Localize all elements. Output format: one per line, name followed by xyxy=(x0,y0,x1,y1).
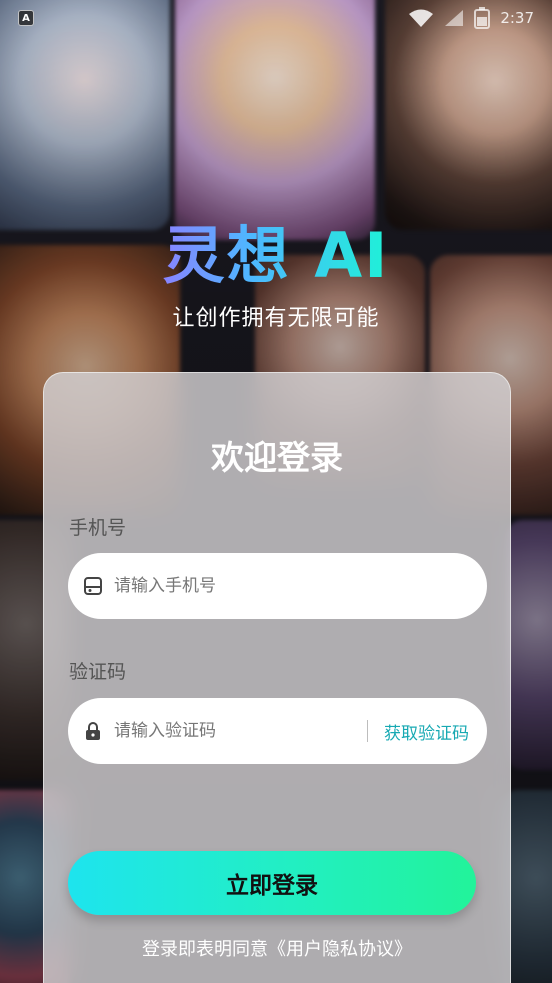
login-card: 欢迎登录 手机号 验证码 获取验证码 立即登录 登录即表明同意《用户隐私协议》 xyxy=(43,372,511,983)
app-icon-letter: A xyxy=(22,12,30,24)
wifi-icon xyxy=(408,8,434,28)
code-label: 验证码 xyxy=(69,661,127,683)
login-heading: 欢迎登录 xyxy=(211,438,343,477)
app-notification-icon: A xyxy=(18,10,34,26)
status-time: 2:37 xyxy=(500,9,534,27)
privacy-agreement-link[interactable]: 登录即表明同意《用户隐私协议》 xyxy=(44,935,510,961)
login-button[interactable]: 立即登录 xyxy=(68,851,476,915)
app-slogan: 让创作拥有无限可能 xyxy=(172,306,380,331)
signal-icon xyxy=(444,9,464,27)
lock-icon xyxy=(82,720,104,742)
get-code-button[interactable]: 获取验证码 xyxy=(384,719,469,744)
status-bar: A 2:37 xyxy=(0,0,552,36)
app-title: 灵想 AI xyxy=(0,205,552,295)
code-field[interactable]: 获取验证码 xyxy=(68,698,487,764)
code-input[interactable] xyxy=(114,721,359,741)
status-indicators: 2:37 xyxy=(408,7,534,29)
code-divider xyxy=(367,720,368,742)
phone-icon xyxy=(82,575,104,597)
battery-icon xyxy=(474,7,491,29)
phone-label: 手机号 xyxy=(69,517,127,539)
phone-field[interactable] xyxy=(68,553,487,619)
phone-input[interactable] xyxy=(114,576,469,596)
